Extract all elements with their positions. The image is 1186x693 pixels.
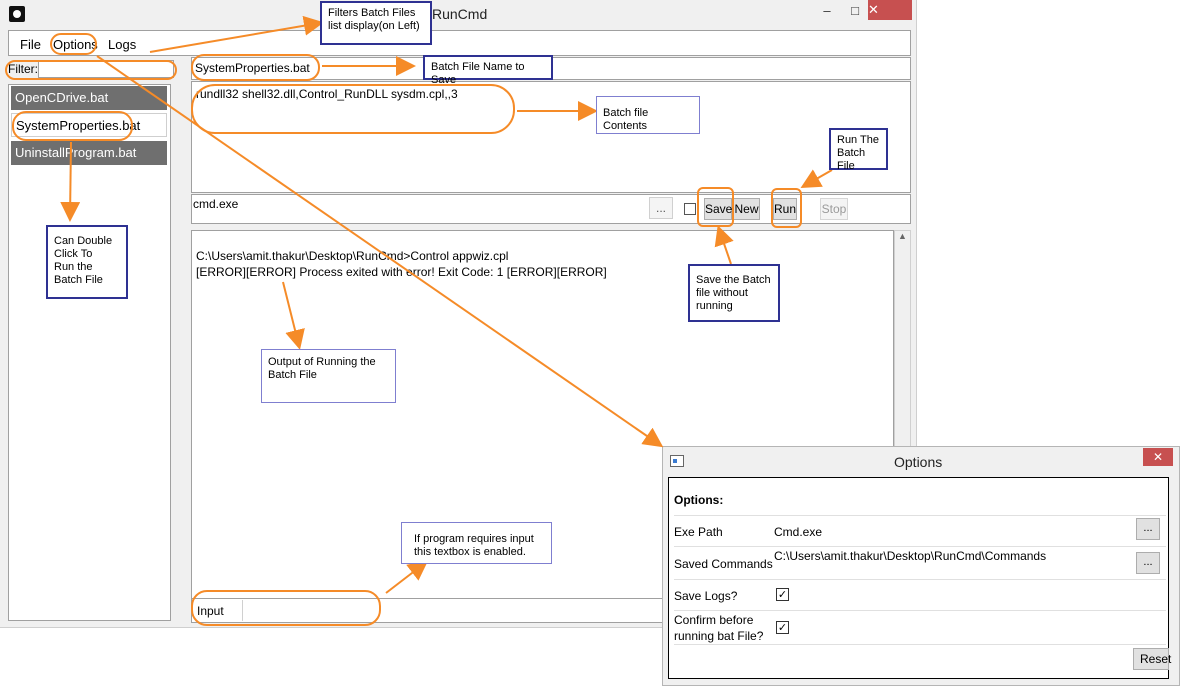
annotation-text: list display(on Left): [328, 20, 420, 32]
annotation-text: Batch File: [837, 147, 866, 172]
annotation-text: Run The: [837, 134, 879, 146]
annotation-filters: Filters Batch Files list display(on Left…: [320, 1, 432, 45]
annotation-save: Save the Batch file without running: [688, 264, 780, 322]
annotation-text: Run the: [54, 261, 93, 273]
annotation-text: Batch File: [268, 369, 317, 381]
annotation-text: Batch file Contents: [603, 107, 649, 132]
annotation-batch-contents: Batch file Contents: [596, 96, 700, 134]
annotation-double-click: Can Double Click To Run the Batch File: [46, 225, 128, 299]
annotation-run: Run The Batch File: [829, 128, 888, 172]
annotation-text: Batch File Name to Save: [431, 61, 525, 86]
annotation-text: Can Double: [54, 235, 113, 247]
annotation-output: Output of Running the Batch File: [261, 349, 396, 403]
annotation-text: Save the Batch: [696, 274, 771, 286]
annotation-text: If program requires input: [414, 533, 534, 545]
annotation-text: running: [696, 300, 733, 312]
annotation-text: Click To: [54, 248, 93, 260]
annotation-arrows: [60, 15, 833, 594]
annotation-text: Output of Running the: [268, 356, 376, 368]
annotation-batch-name: Batch File Name to Save: [423, 55, 553, 86]
annotation-text: this textbox is enabled.: [414, 546, 526, 558]
annotation-text: Batch File: [54, 274, 103, 286]
annotation-text: Filters Batch Files: [328, 7, 416, 19]
annotation-input: If program requires input this textbox i…: [401, 522, 552, 564]
annotation-text: file without: [696, 287, 748, 299]
